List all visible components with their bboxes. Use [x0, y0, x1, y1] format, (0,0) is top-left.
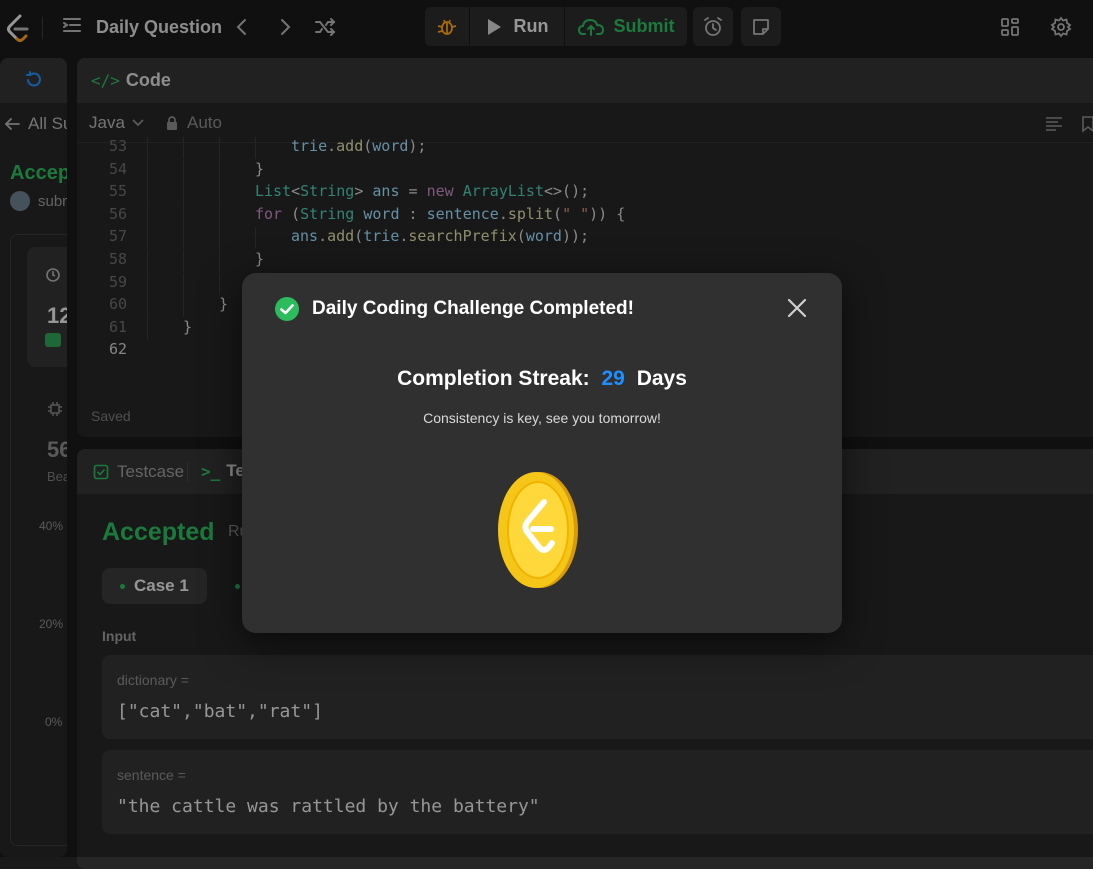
modal-title: Daily Coding Challenge Completed! [312, 298, 634, 319]
streak-unit: Days [636, 367, 687, 390]
modal-message: Consistency is key, see you tomorrow! [423, 410, 661, 426]
streak-label: Completion Streak: [397, 367, 590, 390]
daily-challenge-modal: Daily Coding Challenge Completed! Comple… [242, 273, 842, 633]
close-icon [787, 298, 807, 318]
streak-value: 29 [601, 367, 625, 390]
gold-coin-icon [494, 469, 582, 596]
close-button[interactable] [784, 295, 810, 321]
check-circle-icon [275, 297, 299, 321]
streak-line: Completion Streak: 29 Days [242, 367, 842, 391]
modal-header: Daily Coding Challenge Completed! [274, 296, 634, 322]
